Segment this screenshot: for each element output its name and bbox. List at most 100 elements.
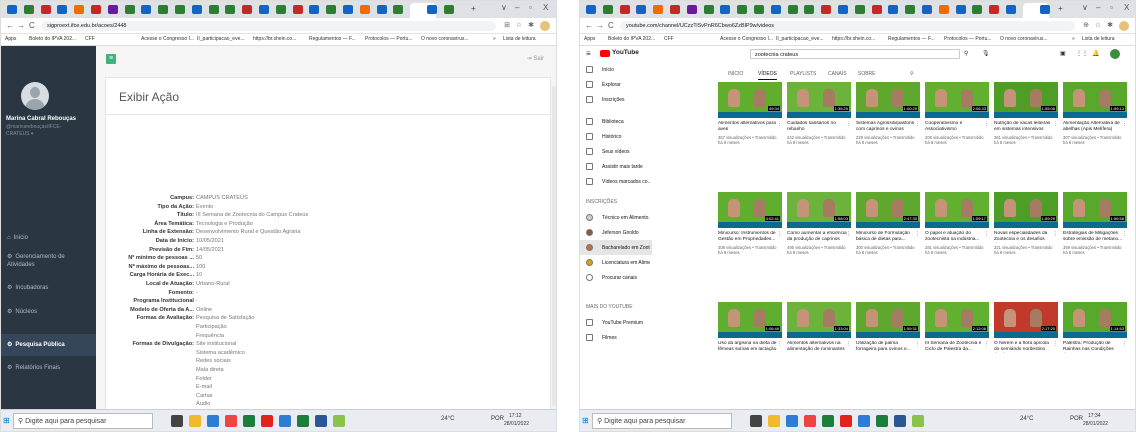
browser-tab[interactable] [804, 5, 815, 14]
video-title[interactable]: Como aumentar a eficiência da produção d… [787, 231, 847, 243]
video-title[interactable]: Utilização de palma forrageira para ovin… [856, 341, 916, 353]
reading-list[interactable]: Lista de leitura [503, 36, 536, 42]
bookmark-item[interactable]: Boleto do IPVA 202... [608, 36, 655, 42]
profile-avatar[interactable] [540, 21, 550, 31]
star-icon[interactable]: ☆ [516, 21, 522, 29]
bookmark-item[interactable]: II_participacao_eve... [197, 36, 245, 42]
video-card[interactable]: 1:00:29 Sistemas Agrossilvipastoris com c… [856, 82, 920, 166]
video-card[interactable]: 1:14:53 Palestra: Produção de Rainhas nas… [1063, 302, 1127, 386]
video-card[interactable]: 2:12:06 III Semana de Zootecnia e Ciclo d… [925, 302, 989, 386]
browser-tab[interactable] [57, 5, 68, 14]
video-thumbnail[interactable]: 1:14:53 [1063, 302, 1127, 338]
yt-sidebar-item[interactable]: Biblioteca [580, 114, 652, 129]
video-card[interactable]: 1:59:13 Alimentação Alternativa de abelha… [1063, 82, 1127, 166]
browser-tab[interactable] [427, 5, 437, 14]
yt-sidebar-item[interactable]: Histórico [580, 129, 652, 144]
yt-sidebar-item[interactable]: Explorar [580, 77, 652, 92]
browser-tab[interactable] [107, 5, 118, 14]
bookmark-item[interactable]: II_participacao_eve... [776, 36, 824, 42]
subscription-item[interactable]: Bacharelado em Zoot... [580, 240, 652, 255]
taskbar-app-icon[interactable] [171, 415, 183, 427]
taskbar-search[interactable]: ⚲ Digite aqui para pesquisar [13, 413, 153, 429]
close-icon[interactable]: X [543, 3, 548, 12]
video-card[interactable]: 2:06:33 Cooperativismo e Associativismo 20… [925, 82, 989, 166]
taskbar-app-icon[interactable] [750, 415, 762, 427]
close-icon[interactable]: X [1124, 3, 1129, 12]
video-thumbnail[interactable]: 3:02:41 [718, 192, 782, 228]
video-thumbnail[interactable]: 49:34 [718, 82, 782, 118]
taskbar-app-icon[interactable] [804, 415, 816, 427]
browser-tab[interactable] [754, 5, 764, 14]
browser-tab[interactable] [787, 5, 798, 14]
video-menu-icon[interactable]: ⋮ [777, 231, 782, 237]
bookmarks-more[interactable]: » [493, 36, 496, 42]
browser-tab[interactable] [871, 5, 882, 14]
new-tab-button[interactable]: + [1058, 4, 1063, 13]
extensions-icon[interactable]: ✱ [1107, 21, 1113, 29]
video-menu-icon[interactable]: ⋮ [1122, 231, 1127, 237]
video-thumbnail[interactable]: 2:17:20 [994, 302, 1058, 338]
maximize-icon[interactable]: ▫ [529, 3, 532, 12]
browser-tab[interactable] [653, 5, 664, 14]
video-thumbnail[interactable]: 1:33:04 [787, 302, 851, 338]
youtube-search-input[interactable]: zootecnia crateus [750, 49, 960, 59]
video-title[interactable]: Alimentação Alternativa de abelhas (Apis… [1063, 121, 1123, 133]
yt-sidebar-item[interactable]: Início [580, 62, 652, 77]
user-campus-dropdown[interactable]: CRATEUS ▾ [6, 131, 33, 137]
video-card[interactable]: 2:17:20 O Nerem e a flora apícola do semi… [994, 302, 1058, 386]
logout-link[interactable]: ⇥ Sair [527, 55, 544, 62]
video-title[interactable]: O Nerem e a flora apícola do semiárido n… [994, 341, 1054, 353]
browser-tab[interactable] [838, 5, 848, 14]
browser-tab[interactable] [309, 5, 320, 14]
url-field[interactable]: youtube.com/channel/UCzzTiSvPnR6Cbwo6ZzB… [620, 21, 1075, 31]
browser-tab[interactable] [158, 5, 169, 14]
video-thumbnail[interactable]: 1:59:13 [1063, 82, 1127, 118]
bookmark-item[interactable]: Protocolos — Portu... [944, 36, 992, 42]
more-item[interactable]: Filmes [580, 330, 652, 345]
taskbar-app-icon[interactable] [912, 415, 924, 427]
video-title[interactable]: Alimentos alternativos para aves [718, 121, 778, 133]
apps-grid-icon[interactable]: ⋮⋮ [1076, 50, 1088, 57]
taskbar-search[interactable]: ⚲ Digite aqui para pesquisar [592, 413, 732, 429]
subscription-item[interactable]: Jeferson Gnoldo [580, 225, 652, 240]
video-menu-icon[interactable]: ⋮ [984, 121, 989, 127]
taskbar-app-icon[interactable] [858, 415, 870, 427]
browser-tab[interactable] [586, 5, 596, 14]
browser-tab[interactable] [720, 5, 731, 14]
bookmark-item[interactable]: Protocolos — Portu... [365, 36, 413, 42]
browser-tab[interactable] [275, 5, 286, 14]
video-title[interactable]: Estratégias de Mitigações sobre emissão … [1063, 231, 1123, 243]
browser-tab[interactable] [175, 5, 185, 14]
video-menu-icon[interactable]: ⋮ [984, 341, 989, 347]
bookmark-item[interactable]: O novo coronavirus... [421, 36, 469, 42]
browser-tab[interactable] [208, 5, 219, 14]
sidebar-item[interactable]: ⚙ Incubadoras [7, 284, 93, 292]
reload-icon[interactable]: C [608, 21, 614, 30]
windows-start-icon[interactable]: ⊞ [3, 416, 10, 425]
browser-tab[interactable] [242, 5, 253, 14]
browser-tab[interactable] [292, 5, 303, 14]
sidebar-item[interactable]: ⚙ Gerenciamento de Atividades [7, 253, 93, 269]
video-title[interactable]: O papel e atuação do zootecnista na indú… [925, 231, 985, 243]
youtube-logo[interactable]: YouTube [600, 49, 639, 59]
video-menu-icon[interactable]: ⋮ [777, 121, 782, 127]
taskbar-app-icon[interactable] [297, 415, 309, 427]
channel-search-icon[interactable]: ⚲ [910, 71, 914, 77]
bookmark-item[interactable]: Acesse o Congresso I... [720, 36, 773, 42]
forward-icon[interactable]: → [596, 21, 604, 30]
video-thumbnail[interactable]: 1:59:31 [856, 302, 920, 338]
account-avatar[interactable] [1110, 49, 1120, 59]
video-menu-icon[interactable]: ⋮ [1053, 121, 1058, 127]
browser-tab[interactable] [343, 5, 353, 14]
sidebar-item[interactable]: ⌂ Início [7, 234, 93, 242]
video-card[interactable]: 1:33:04 Alimentos alternativos na aliment… [787, 302, 851, 386]
browser-tab[interactable] [821, 5, 832, 14]
hamburger-icon[interactable]: ≡ [586, 49, 591, 58]
url-field[interactable]: sigproext.ifce.edu.br/acoes/2448 [41, 21, 496, 31]
browser-tab[interactable] [91, 5, 101, 14]
browser-tab[interactable] [922, 5, 932, 14]
video-menu-icon[interactable]: ⋮ [1122, 341, 1127, 347]
browser-tab[interactable] [259, 5, 269, 14]
video-card[interactable]: 1:59:17 O papel e atuação do zootecnista … [925, 192, 989, 276]
browser-tab[interactable] [737, 5, 748, 14]
